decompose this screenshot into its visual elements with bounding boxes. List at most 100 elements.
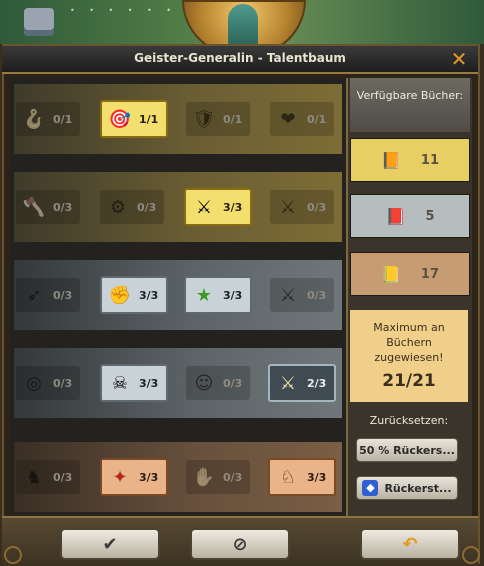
- talent-horse[interactable]: ♘ 3/3: [268, 458, 336, 496]
- catapult-icon: ⚙: [109, 196, 127, 218]
- talent-crossed-swords[interactable]: ⚔ 3/3: [184, 188, 252, 226]
- gem-icon: ◆: [362, 480, 379, 496]
- talent-count: 2/3: [307, 376, 327, 390]
- talent-heart-burst[interactable]: ❤ 0/1: [270, 102, 334, 136]
- talent-row-4: ◎ 0/3 ☠ 3/3 ☺ 0/3 ⚔ 2/3: [14, 348, 342, 418]
- talent-swords-clock[interactable]: ⚔ 0/3: [270, 190, 334, 224]
- books-sidebar: Verfügbare Bücher: 📙 11 📕 5 📒 17 Maximum…: [346, 78, 472, 516]
- bronze-books: 📒 17: [350, 252, 470, 296]
- talent-count: 3/3: [139, 470, 159, 484]
- checkmark-icon: ✔: [102, 533, 118, 555]
- musketeer-icon: ♞: [25, 466, 43, 488]
- dialog-title: Geister-Generalin - Talentbaum: [134, 51, 346, 65]
- talent-axe[interactable]: 🪓 0/3: [16, 190, 80, 224]
- cancel-button[interactable]: ⊘: [190, 528, 290, 560]
- skull-heart-icon: ☠: [111, 372, 129, 394]
- close-icon[interactable]: ✕: [448, 48, 470, 70]
- talent-count: 0/1: [223, 112, 243, 126]
- talent-count: 0/3: [53, 470, 73, 484]
- talent-horn[interactable]: 🪝 0/1: [16, 102, 80, 136]
- portrait-bust-icon: [228, 4, 258, 48]
- arrowhead-icon: ➶: [26, 284, 42, 306]
- swords-clock-icon: ⚔: [279, 196, 297, 218]
- dialog-footer: ✔ ⊘ ↶: [2, 516, 478, 566]
- monk-plus-icon: ☺: [194, 372, 214, 394]
- talent-count: 3/3: [223, 200, 243, 214]
- talent-shield-plus[interactable]: 🛡 0/1: [186, 102, 250, 136]
- reset-half-label: 50 % Rückers...: [359, 443, 455, 457]
- target-arrow-icon: ◎: [26, 372, 42, 394]
- available-books-header: Verfügbare Bücher:: [350, 78, 470, 132]
- back-button[interactable]: ↶: [360, 528, 460, 560]
- talent-count: 3/3: [223, 288, 243, 302]
- talent-row-1: 🪝 0/1 🎯 1/1 🛡 0/1 ❤ 0/1: [14, 84, 342, 154]
- map-markers: • • • • • •: [70, 6, 178, 15]
- fist-icon: ✊: [108, 284, 132, 306]
- talent-count: 0/3: [223, 376, 243, 390]
- gold-book-icon: 📙: [380, 150, 401, 170]
- horse-icon: ♘: [279, 466, 297, 488]
- talent-target-arrow[interactable]: ◎ 0/3: [16, 366, 80, 400]
- city-icon: [24, 8, 54, 36]
- frame-corner-ornament: [462, 546, 480, 564]
- talent-count: 0/3: [137, 200, 157, 214]
- crossed-swords-soldier-icon: ⚔: [195, 196, 213, 218]
- max-books-value: 21/21: [382, 371, 436, 391]
- heart-burst-icon: ❤: [280, 108, 296, 130]
- talent-count: 3/3: [139, 288, 159, 302]
- shield-plus-icon: 🛡: [192, 108, 216, 130]
- talent-swords-plus[interactable]: ⚔ 0/3: [270, 278, 334, 312]
- gold-books: 📙 11: [350, 138, 470, 182]
- talent-musketeer[interactable]: ♞ 0/3: [16, 460, 80, 494]
- talent-count: 0/3: [53, 288, 73, 302]
- fighter-icon: ✦: [112, 466, 128, 488]
- silver-book-icon: 📕: [385, 206, 406, 226]
- frame-corner-ornament: [4, 546, 22, 564]
- talent-row-2: 🪓 0/3 ⚙ 0/3 ⚔ 3/3 ⚔ 0/3: [14, 172, 342, 242]
- talent-count: 0/3: [307, 288, 327, 302]
- gold-books-count: 11: [420, 152, 439, 168]
- horn-icon: 🪝: [22, 108, 46, 130]
- confirm-button[interactable]: ✔: [60, 528, 160, 560]
- talent-catapult[interactable]: ⚙ 0/3: [100, 190, 164, 224]
- talent-skull-heart[interactable]: ☠ 3/3: [100, 364, 168, 402]
- talent-fighter[interactable]: ✦ 3/3: [100, 458, 168, 496]
- dialog-titlebar: Geister-Generalin - Talentbaum: [2, 46, 478, 74]
- reset-full-button[interactable]: ◆ Rückerst...: [356, 476, 458, 500]
- reset-full-label: Rückerst...: [384, 481, 452, 495]
- talent-row-3: ➶ 0/3 ✊ 3/3 ★ 3/3 ⚔ 0/3: [14, 260, 342, 330]
- axe-icon: 🪓: [22, 196, 46, 218]
- talent-count: 0/1: [53, 112, 73, 126]
- warrior-target-icon: 🎯: [108, 108, 132, 130]
- talent-arrowhead[interactable]: ➶ 0/3: [16, 278, 80, 312]
- bronze-book-icon: 📒: [380, 264, 401, 284]
- crossed-swords-soldier-icon: ⚔: [279, 372, 297, 394]
- talent-star-plus[interactable]: ★ 3/3: [184, 276, 252, 314]
- talent-fist[interactable]: ✊ 3/3: [100, 276, 168, 314]
- talent-count: 3/3: [307, 470, 327, 484]
- handshake-icon: ✋: [192, 466, 216, 488]
- talent-count: 0/3: [53, 200, 73, 214]
- talent-tree: 🪝 0/1 🎯 1/1 🛡 0/1 ❤ 0/1 🪓 0/3 ⚙ 0/3 ⚔ 3/…: [10, 78, 346, 514]
- talent-count: 0/3: [53, 376, 73, 390]
- bronze-books-count: 17: [420, 266, 439, 282]
- max-books-box: Maximum an Büchern zugewiesen! 21/21: [350, 310, 468, 402]
- reset-half-button[interactable]: 50 % Rückers...: [356, 438, 458, 462]
- talent-count: 0/1: [307, 112, 327, 126]
- talent-count: 3/3: [139, 376, 159, 390]
- swords-plus-icon: ⚔: [279, 284, 297, 306]
- cancel-circle-icon: ⊘: [232, 533, 248, 555]
- reset-label: Zurücksetzen:: [369, 414, 449, 427]
- available-books-label: Verfügbare Bücher:: [356, 89, 464, 102]
- talent-warrior-target[interactable]: 🎯 1/1: [100, 100, 168, 138]
- talent-monk-plus[interactable]: ☺ 0/3: [186, 366, 250, 400]
- talent-count: 0/3: [307, 200, 327, 214]
- silver-books-count: 5: [425, 208, 435, 224]
- star-plus-icon: ★: [195, 284, 213, 306]
- talent-crossed-swords-2[interactable]: ⚔ 2/3: [268, 364, 336, 402]
- talent-handshake[interactable]: ✋ 0/3: [186, 460, 250, 494]
- max-books-text: Maximum an Büchern zugewiesen!: [373, 321, 445, 364]
- talent-row-5: ♞ 0/3 ✦ 3/3 ✋ 0/3 ♘ 3/3: [14, 442, 342, 512]
- silver-books: 📕 5: [350, 194, 470, 238]
- undo-arrow-icon: ↶: [402, 533, 418, 555]
